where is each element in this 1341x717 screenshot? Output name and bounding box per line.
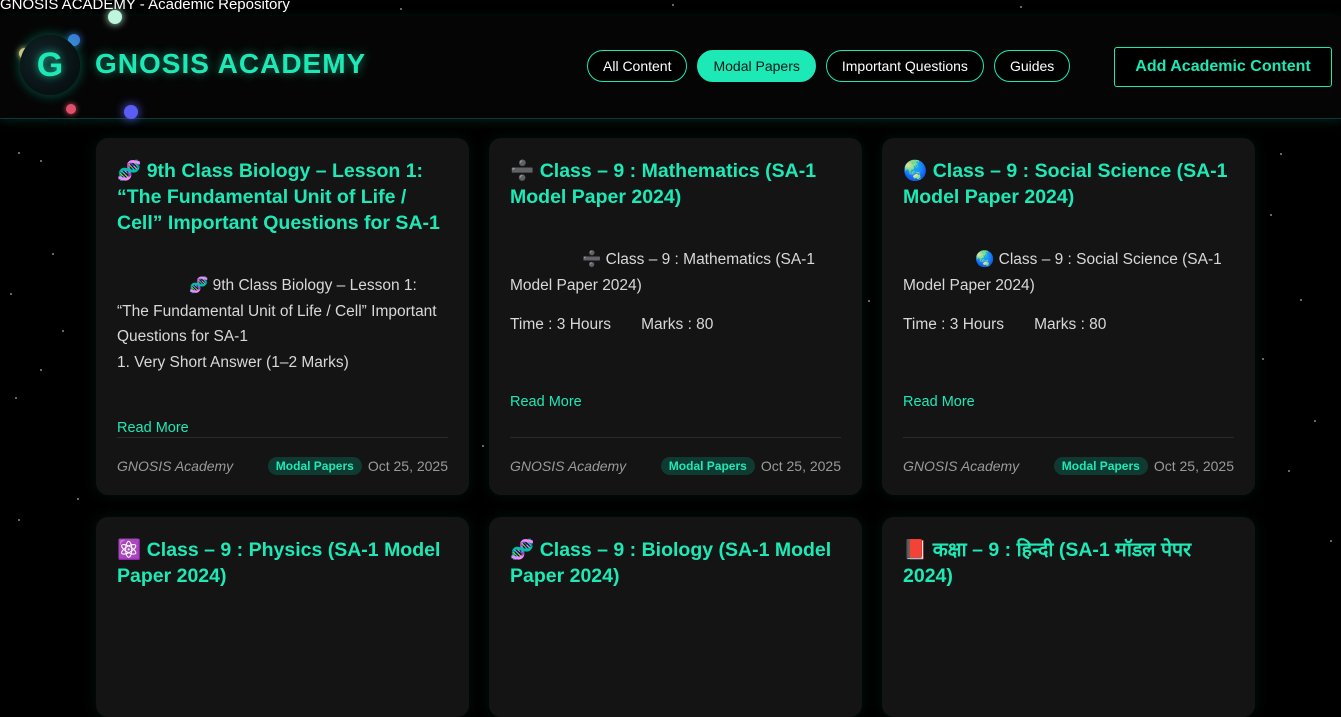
- brand-name[interactable]: GNOSIS ACADEMY: [95, 48, 366, 80]
- content-card: ⚛️ Class – 9 : Physics (SA-1 Model Paper…: [96, 517, 469, 717]
- divide-icon: ➗: [582, 250, 602, 268]
- category-badge[interactable]: Modal Papers: [660, 457, 755, 475]
- nav-modal-papers[interactable]: Modal Papers: [697, 50, 816, 82]
- card-title[interactable]: 📕 कक्षा – 9 : हिन्दी (SA-1 मॉडल पेपर 202…: [903, 537, 1234, 589]
- card-excerpt: ➗ Class – 9 : Mathematics (SA-1 Model Pa…: [510, 247, 841, 338]
- add-academic-content-button[interactable]: Add Academic Content: [1114, 47, 1332, 87]
- author: GNOSIS Academy: [510, 458, 627, 474]
- nav-guides[interactable]: Guides: [993, 50, 1071, 82]
- content-card: 🧬 Class – 9 : Biology (SA-1 Model Paper …: [489, 517, 862, 717]
- post-date: Oct 25, 2025: [760, 458, 841, 474]
- card-title[interactable]: ⚛️ Class – 9 : Physics (SA-1 Model Paper…: [117, 537, 448, 589]
- card-title[interactable]: ➗ Class – 9 : Mathematics (SA-1 Model Pa…: [510, 158, 841, 210]
- logo-letter: G: [36, 45, 64, 84]
- post-date: Oct 25, 2025: [367, 458, 448, 474]
- decor-dot: [66, 104, 76, 114]
- globe-icon: 🌏: [903, 159, 928, 182]
- category-badge[interactable]: Modal Papers: [1053, 457, 1148, 475]
- atom-icon: ⚛️: [117, 538, 142, 561]
- content-card: 📕 कक्षा – 9 : हिन्दी (SA-1 मॉडल पेपर 202…: [882, 517, 1255, 717]
- read-more-link[interactable]: Read More: [117, 420, 189, 436]
- card-excerpt: 🌏 Class – 9 : Social Science (SA-1 Model…: [903, 247, 1234, 338]
- nav-all-content[interactable]: All Content: [587, 50, 688, 82]
- content-card: ➗ Class – 9 : Mathematics (SA-1 Model Pa…: [489, 138, 862, 495]
- nav-important-questions[interactable]: Important Questions: [825, 50, 984, 82]
- category-nav: All Content Modal Papers Important Quest…: [587, 50, 1071, 82]
- paper-time: Time : 3 Hours: [510, 316, 612, 333]
- paper-meta: Time : 3 Hours Marks : 80: [903, 312, 1234, 338]
- author: GNOSIS Academy: [903, 458, 1020, 474]
- dna-icon: 🧬: [189, 276, 209, 294]
- dna-icon: 🧬: [510, 538, 535, 561]
- card-footer: GNOSIS Academy Modal Papers Oct 25, 2025: [510, 437, 841, 494]
- content-card: 🌏 Class – 9 : Social Science (SA-1 Model…: [882, 138, 1255, 495]
- content-card: 🧬 9th Class Biology – Lesson 1: “The Fun…: [96, 138, 469, 495]
- card-title[interactable]: 🧬 9th Class Biology – Lesson 1: “The Fun…: [117, 158, 448, 236]
- globe-icon: 🌏: [975, 250, 995, 268]
- decor-dot: [124, 105, 138, 119]
- window-title: GNOSIS ACADEMY - Academic Repository: [0, 0, 290, 13]
- logo[interactable]: G: [20, 35, 80, 95]
- paper-marks: Marks : 80: [641, 316, 714, 333]
- red-book-icon: 📕: [903, 538, 928, 561]
- card-title[interactable]: 🧬 Class – 9 : Biology (SA-1 Model Paper …: [510, 537, 841, 589]
- read-more-link[interactable]: Read More: [903, 394, 975, 410]
- category-badge[interactable]: Modal Papers: [267, 457, 362, 475]
- content-grid: 🧬 9th Class Biology – Lesson 1: “The Fun…: [96, 138, 1256, 717]
- post-date: Oct 25, 2025: [1153, 458, 1234, 474]
- card-title[interactable]: 🌏 Class – 9 : Social Science (SA-1 Model…: [903, 158, 1234, 210]
- dna-icon: 🧬: [117, 159, 142, 182]
- read-more-link[interactable]: Read More: [510, 394, 582, 410]
- paper-meta: Time : 3 Hours Marks : 80: [510, 312, 841, 338]
- paper-time: Time : 3 Hours: [903, 316, 1005, 333]
- card-footer: GNOSIS Academy Modal Papers Oct 25, 2025: [903, 437, 1234, 494]
- card-excerpt: 🧬 9th Class Biology – Lesson 1: “The Fun…: [117, 273, 448, 375]
- author: GNOSIS Academy: [117, 458, 234, 474]
- divide-icon: ➗: [510, 159, 535, 182]
- paper-marks: Marks : 80: [1034, 316, 1107, 333]
- card-footer: GNOSIS Academy Modal Papers Oct 25, 2025: [117, 437, 448, 494]
- excerpt-extra: 1. Very Short Answer (1–2 Marks): [117, 353, 349, 371]
- top-header: G GNOSIS ACADEMY All Content Modal Paper…: [0, 10, 1341, 119]
